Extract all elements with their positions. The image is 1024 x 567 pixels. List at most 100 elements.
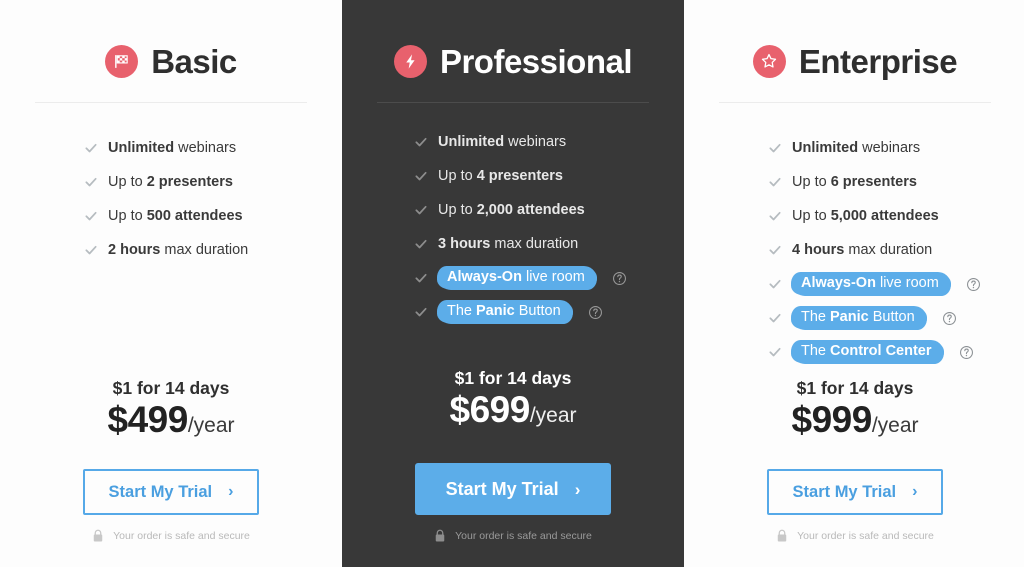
star-icon <box>752 44 786 78</box>
feature-item: Unlimited webinars <box>84 131 342 165</box>
price-line: $499/year <box>0 401 342 438</box>
check-icon <box>768 209 782 223</box>
feature-emphasis: Unlimited <box>792 139 859 156</box>
feature-item: Always-On live room <box>768 267 1024 301</box>
feature-label: Always-On live room <box>438 266 596 290</box>
feature-label: Up to 500 attendees <box>108 207 243 224</box>
check-icon <box>414 271 428 285</box>
check-icon <box>768 141 782 155</box>
plan-card-professional: Professional Unlimited webinars Up to 4 pr… <box>342 0 684 567</box>
trial-offer-text: $1 for 14 days <box>112 377 230 398</box>
feature-emphasis: 2 presenters <box>146 173 233 190</box>
price-block: $1 for 14 days $499/year <box>0 377 342 438</box>
header-divider <box>35 102 307 103</box>
secure-note: Your order is safe and secure <box>92 529 250 543</box>
header-divider <box>719 102 991 103</box>
start-trial-button[interactable]: Start My Trial › <box>83 469 259 515</box>
feature-emphasis: Panic <box>830 309 869 326</box>
plan-header: Basic <box>105 38 237 84</box>
price-amount: $999 <box>791 399 873 440</box>
plan-header: Professional <box>393 38 633 84</box>
feature-item: 2 hours max duration <box>84 233 342 267</box>
header-divider <box>377 102 649 103</box>
price-period: /year <box>871 414 919 437</box>
feature-label: The Control Center <box>792 340 943 364</box>
feature-emphasis: 4 presenters <box>476 167 563 184</box>
pricing-table: Basic Unlimited webinars Up to 2 presenter… <box>0 0 1024 567</box>
feature-label: 2 hours max duration <box>108 241 249 258</box>
check-icon <box>84 141 98 155</box>
feature-emphasis: 4 hours <box>792 241 845 258</box>
price-line: $999/year <box>684 401 1024 438</box>
feature-label: Always-On live room <box>792 272 950 296</box>
check-icon <box>414 169 428 183</box>
feature-item: The Panic Button <box>414 295 684 329</box>
price-amount: $699 <box>449 389 531 430</box>
price-period: /year <box>187 414 235 437</box>
cta-section: Start My Trial › Your order is safe and se… <box>684 469 1024 543</box>
feature-item: Up to 500 attendees <box>84 199 342 233</box>
check-icon <box>414 305 428 319</box>
cta-section: Start My Trial › Your order is safe and se… <box>0 469 342 543</box>
feature-emphasis: 2,000 attendees <box>476 201 585 218</box>
trial-offer-text: $1 for 14 days <box>796 377 914 398</box>
secure-note-text: Your order is safe and secure <box>455 529 592 542</box>
plan-title: Basic <box>151 42 237 80</box>
feature-item: Always-On live room <box>414 261 684 295</box>
secure-note: Your order is safe and secure <box>776 529 934 543</box>
plan-header: Enterprise <box>752 38 958 84</box>
feature-item: Up to 4 presenters <box>414 159 684 193</box>
help-icon[interactable] <box>942 311 957 326</box>
start-trial-button[interactable]: Start My Trial › <box>415 463 611 515</box>
feature-item: Unlimited webinars <box>414 125 684 159</box>
feature-item: The Panic Button <box>768 301 1024 335</box>
feature-item: Unlimited webinars <box>768 131 1024 165</box>
start-trial-label: Start My Trial <box>108 482 213 501</box>
feature-item: 3 hours max duration <box>414 227 684 261</box>
start-trial-label: Start My Trial <box>445 479 559 499</box>
feature-label: Up to 6 presenters <box>792 173 917 190</box>
feature-label: Up to 2 presenters <box>108 173 233 190</box>
feature-emphasis: 3 hours <box>438 235 491 252</box>
feature-list: Unlimited webinars Up to 2 presenters Up t… <box>0 131 342 267</box>
plan-title: Professional <box>439 42 633 80</box>
plan-card-enterprise: Enterprise Unlimited webinars Up to 6 pres… <box>684 0 1024 567</box>
cta-section: Start My Trial › Your order is safe and se… <box>342 463 684 543</box>
chevron-right-icon: › <box>228 483 234 500</box>
check-icon <box>768 243 782 257</box>
feature-item: Up to 6 presenters <box>768 165 1024 199</box>
feature-emphasis: Panic <box>476 303 515 320</box>
start-trial-label: Start My Trial <box>792 482 897 501</box>
checkered-flag-icon <box>105 44 139 78</box>
start-trial-button[interactable]: Start My Trial › <box>767 469 943 515</box>
chevron-right-icon: › <box>912 483 918 500</box>
feature-emphasis: Unlimited <box>108 139 175 156</box>
help-icon[interactable] <box>959 345 974 360</box>
plan-card-basic: Basic Unlimited webinars Up to 2 presenter… <box>0 0 342 567</box>
lock-icon <box>92 529 104 543</box>
check-icon <box>414 237 428 251</box>
feature-emphasis: 2 hours <box>108 241 161 258</box>
help-icon[interactable] <box>588 305 603 320</box>
feature-label: Unlimited webinars <box>438 133 567 150</box>
chevron-right-icon: › <box>574 479 581 499</box>
check-icon <box>768 175 782 189</box>
secure-note-text: Your order is safe and secure <box>113 529 250 542</box>
feature-label: 4 hours max duration <box>792 241 933 258</box>
plan-title: Enterprise <box>798 42 958 80</box>
check-icon <box>84 209 98 223</box>
check-icon <box>768 345 782 359</box>
feature-list: Unlimited webinars Up to 6 presenters Up t… <box>684 131 1024 369</box>
lock-icon <box>776 529 788 543</box>
help-icon[interactable] <box>966 277 981 292</box>
help-icon[interactable] <box>612 271 627 286</box>
feature-label: Unlimited webinars <box>108 139 237 156</box>
price-period: /year <box>529 404 577 427</box>
feature-item: The Control Center <box>768 335 1024 369</box>
check-icon <box>414 203 428 217</box>
feature-item: Up to 2 presenters <box>84 165 342 199</box>
feature-emphasis: 500 attendees <box>146 207 243 224</box>
feature-label: 3 hours max duration <box>438 235 579 252</box>
check-icon <box>768 277 782 291</box>
secure-note-text: Your order is safe and secure <box>797 529 934 542</box>
